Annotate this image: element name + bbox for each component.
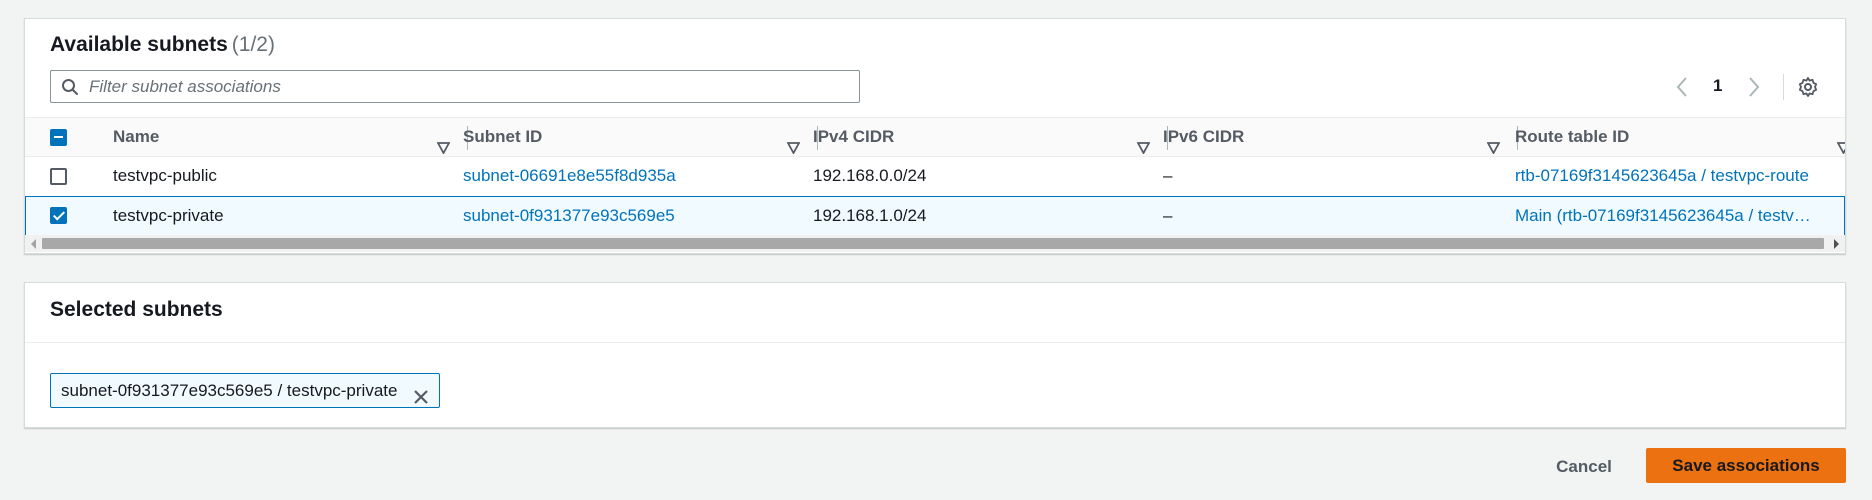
ipv6-cidr: – — [1163, 166, 1173, 185]
column-header-ipv6-cidr[interactable]: IPv6 CIDR — [1163, 118, 1518, 158]
subnet-id-link[interactable]: subnet-0f931377e93c569e5 — [463, 197, 675, 235]
gear-icon[interactable] — [1797, 76, 1819, 103]
column-header-label: Subnet ID — [463, 127, 543, 146]
filter-subnet-input[interactable] — [89, 74, 849, 99]
column-header-label: Name — [113, 127, 160, 146]
route-table-link[interactable]: Main (rtb-07169f3145623645a / testv… — [1515, 197, 1845, 235]
row-checkbox[interactable] — [50, 168, 67, 185]
available-subnets-title: Available subnets (1/2) — [50, 33, 275, 57]
page-number[interactable]: 1 — [1713, 76, 1722, 96]
scroll-left-icon[interactable] — [31, 239, 36, 249]
column-header-label: IPv6 CIDR — [1163, 127, 1245, 146]
search-icon — [61, 78, 79, 101]
column-header-subnet-id[interactable]: Subnet ID — [463, 118, 818, 158]
ipv4-cidr: 192.168.0.0/24 — [813, 166, 927, 185]
close-icon[interactable] — [413, 383, 429, 416]
available-subnets-count: (1/2) — [231, 33, 275, 56]
pagination: 1 — [1665, 70, 1845, 103]
scrollbar-thumb[interactable] — [42, 238, 1824, 249]
route-table-link[interactable]: rtb-07169f3145623645a / testvpc-route — [1515, 157, 1845, 197]
selected-subnets-header: Selected subnets — [25, 283, 1845, 343]
scroll-right-icon[interactable] — [1834, 239, 1839, 249]
column-header-label: Route table ID — [1515, 127, 1630, 146]
pager-divider — [1783, 74, 1784, 100]
column-header-route-table-id[interactable]: Route table ID — [1515, 118, 1845, 158]
column-header-label: IPv4 CIDR — [813, 127, 895, 146]
available-subnets-title-text: Available subnets — [50, 33, 228, 56]
select-all-checkbox[interactable] — [50, 129, 67, 146]
horizontal-scrollbar[interactable] — [25, 235, 1845, 252]
column-header-ipv4-cidr[interactable]: IPv4 CIDR — [813, 118, 1168, 158]
selected-subnets-title: Selected subnets — [50, 298, 223, 321]
row-checkbox[interactable] — [50, 207, 67, 224]
subnet-id-link[interactable]: subnet-06691e8e55f8d935a — [463, 157, 676, 197]
cancel-button[interactable]: Cancel — [1534, 450, 1634, 484]
token-label: subnet-0f931377e93c569e5 / testvpc-priva… — [61, 381, 398, 400]
subnet-name: testvpc-public — [113, 166, 217, 185]
save-associations-button[interactable]: Save associations — [1646, 448, 1846, 483]
available-subnets-panel: Available subnets(1/2) 1 Name — [24, 18, 1846, 254]
selected-subnets-panel: Selected subnets subnet-0f931377e93c569e… — [24, 282, 1846, 428]
selected-subnet-token: subnet-0f931377e93c569e5 / testvpc-priva… — [50, 373, 441, 408]
subnets-table: Name Subnet ID IPv4 CIDR IPv6 CIDR Route — [25, 117, 1845, 235]
ipv4-cidr: 192.168.1.0/24 — [813, 206, 927, 225]
filter-field — [50, 70, 860, 103]
ipv6-cidr: – — [1163, 206, 1173, 225]
table-row[interactable]: testvpc-private subnet-0f931377e93c569e5… — [25, 196, 1845, 235]
subnet-name: testvpc-private — [113, 206, 224, 225]
column-header-name[interactable]: Name — [113, 118, 468, 158]
next-page-icon[interactable] — [1747, 76, 1761, 103]
table-row[interactable]: testvpc-public subnet-06691e8e55f8d935a … — [25, 157, 1845, 197]
previous-page-icon[interactable] — [1675, 76, 1689, 103]
table-header: Name Subnet ID IPv4 CIDR IPv6 CIDR Route — [25, 117, 1845, 157]
